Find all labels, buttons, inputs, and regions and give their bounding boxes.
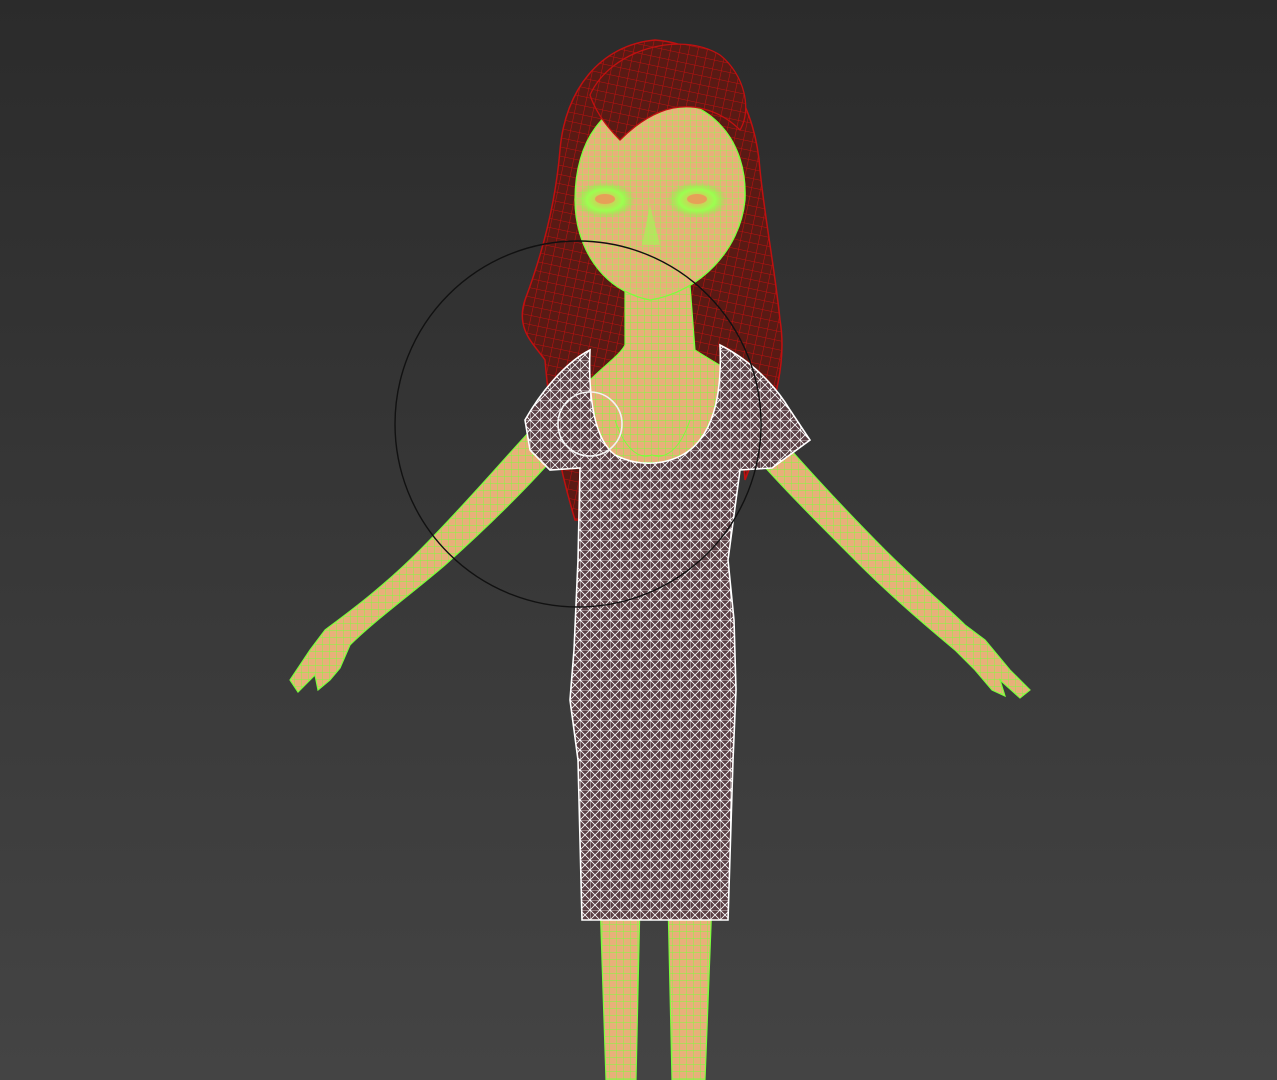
3d-viewport[interactable] xyxy=(0,0,1277,1080)
left-leg[interactable] xyxy=(599,899,641,1080)
right-arm[interactable] xyxy=(749,418,1031,699)
left-arm[interactable] xyxy=(289,413,561,693)
right-leg[interactable] xyxy=(667,899,713,1080)
scene-canvas[interactable] xyxy=(0,0,1277,1080)
